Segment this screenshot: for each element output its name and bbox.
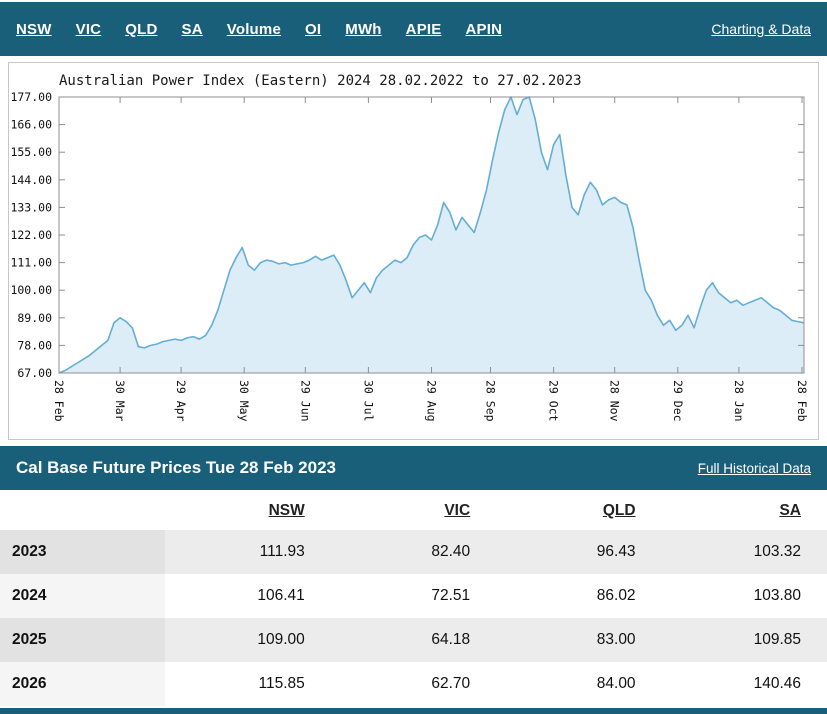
x-tick-label: 29 Aug (425, 380, 439, 422)
price-table: NSWVICQLDSA 2023111.9382.4096.43103.3220… (0, 490, 827, 706)
price-cell-2026-vic: 62.70 (331, 662, 496, 706)
y-tick-label: 78.00 (17, 338, 52, 352)
y-tick-label: 111.00 (10, 256, 52, 270)
top-navbar: NSW VIC QLD SA Volume OI MWh APIE APIN Charting … (0, 2, 827, 56)
y-tick-label: 133.00 (10, 200, 52, 214)
price-cell-2024-qld: 86.02 (496, 574, 661, 618)
price-cell-2023-nsw: 111.93 (165, 530, 330, 574)
x-tick-label: 28 Jan (732, 380, 746, 422)
price-table-header-row: NSWVICQLDSA (0, 490, 827, 530)
nav-item-vic[interactable]: VIC (76, 21, 102, 38)
column-header-qld[interactable]: QLD (496, 490, 661, 530)
y-tick-label: 67.00 (17, 366, 52, 380)
chart-title: Australian Power Index (Eastern) 2024 28… (59, 73, 818, 89)
price-cell-2026-qld: 84.00 (496, 662, 661, 706)
full-historical-data-link[interactable]: Full Historical Data (698, 461, 811, 476)
futures-section-title: Cal Base Future Prices Tue 28 Feb 2023 (16, 458, 336, 478)
x-tick-label: 29 Oct (547, 380, 561, 422)
price-table-body: 2023111.9382.4096.43103.322024106.4172.5… (0, 530, 827, 706)
price-cell-2024-nsw: 106.41 (165, 574, 330, 618)
x-tick-label: 30 Mar (113, 380, 127, 422)
nav-item-apin[interactable]: APIN (465, 21, 502, 38)
price-cell-2024-vic: 72.51 (331, 574, 496, 618)
price-row-2026: 2026115.8562.7084.00140.46 (0, 662, 827, 706)
price-row-2025: 2025109.0064.1883.00109.85 (0, 618, 827, 662)
x-tick-label: 29 Jun (298, 380, 312, 422)
y-tick-label: 100.00 (10, 283, 52, 297)
nav-item-apie[interactable]: APIE (406, 21, 442, 38)
x-tick-label: 28 Nov (608, 380, 622, 422)
x-tick-label: 30 May (237, 380, 251, 422)
chart-card: Australian Power Index (Eastern) 2024 28… (8, 62, 819, 440)
y-tick-label: 144.00 (10, 173, 52, 187)
price-cell-2025-qld: 83.00 (496, 618, 661, 662)
price-cell-2025-nsw: 109.00 (165, 618, 330, 662)
nav-item-qld[interactable]: QLD (125, 21, 157, 38)
price-cell-2023-qld: 96.43 (496, 530, 661, 574)
nav-item-oi[interactable]: OI (305, 21, 321, 38)
column-header-vic[interactable]: VIC (331, 490, 496, 530)
y-tick-label: 166.00 (10, 118, 52, 132)
price-cell-2026-nsw: 115.85 (165, 662, 330, 706)
price-row-2023: 2023111.9382.4096.43103.32 (0, 530, 827, 574)
year-column-header (0, 490, 165, 530)
x-tick-label: 28 Feb (52, 380, 66, 422)
price-row-2024: 2024106.4172.5186.02103.80 (0, 574, 827, 618)
futures-section-header: Cal Base Future Prices Tue 28 Feb 2023 F… (0, 446, 827, 490)
nav-item-mwh[interactable]: MWh (345, 21, 381, 38)
year-cell-2023: 2023 (0, 530, 165, 574)
y-tick-label: 89.00 (17, 311, 52, 325)
footer-bar (0, 708, 827, 714)
x-tick-label: 28 Feb (795, 380, 809, 422)
price-cell-2023-vic: 82.40 (331, 530, 496, 574)
x-tick-label: 29 Dec (671, 380, 685, 422)
price-cell-2023-sa: 103.32 (662, 530, 827, 574)
x-tick-label: 30 Jul (361, 380, 375, 422)
y-tick-label: 155.00 (10, 145, 52, 159)
column-header-sa[interactable]: SA (662, 490, 827, 530)
column-header-nsw[interactable]: NSW (165, 490, 330, 530)
price-cell-2025-vic: 64.18 (331, 618, 496, 662)
price-cell-2024-sa: 103.80 (662, 574, 827, 618)
price-cell-2025-sa: 109.85 (662, 618, 827, 662)
price-cell-2026-sa: 140.46 (662, 662, 827, 706)
price-area (59, 97, 804, 373)
price-chart: 67.00 78.00 89.00 100.00 111.00 122.00 133.00 1… (9, 89, 818, 437)
nav-links: NSW VIC QLD SA Volume OI MWh APIE APIN (16, 21, 526, 38)
x-tick-label: 29 Apr (174, 380, 188, 422)
nav-item-volume[interactable]: Volume (227, 21, 281, 38)
year-cell-2026: 2026 (0, 662, 165, 706)
charting-data-link[interactable]: Charting & Data (711, 21, 811, 37)
nav-item-nsw[interactable]: NSW (16, 21, 52, 38)
x-tick-label: 28 Sep (484, 380, 498, 422)
nav-item-sa[interactable]: SA (181, 21, 202, 38)
year-cell-2025: 2025 (0, 618, 165, 662)
y-tick-label: 122.00 (10, 228, 52, 242)
y-tick-label: 177.00 (10, 90, 52, 104)
year-cell-2024: 2024 (0, 574, 165, 618)
